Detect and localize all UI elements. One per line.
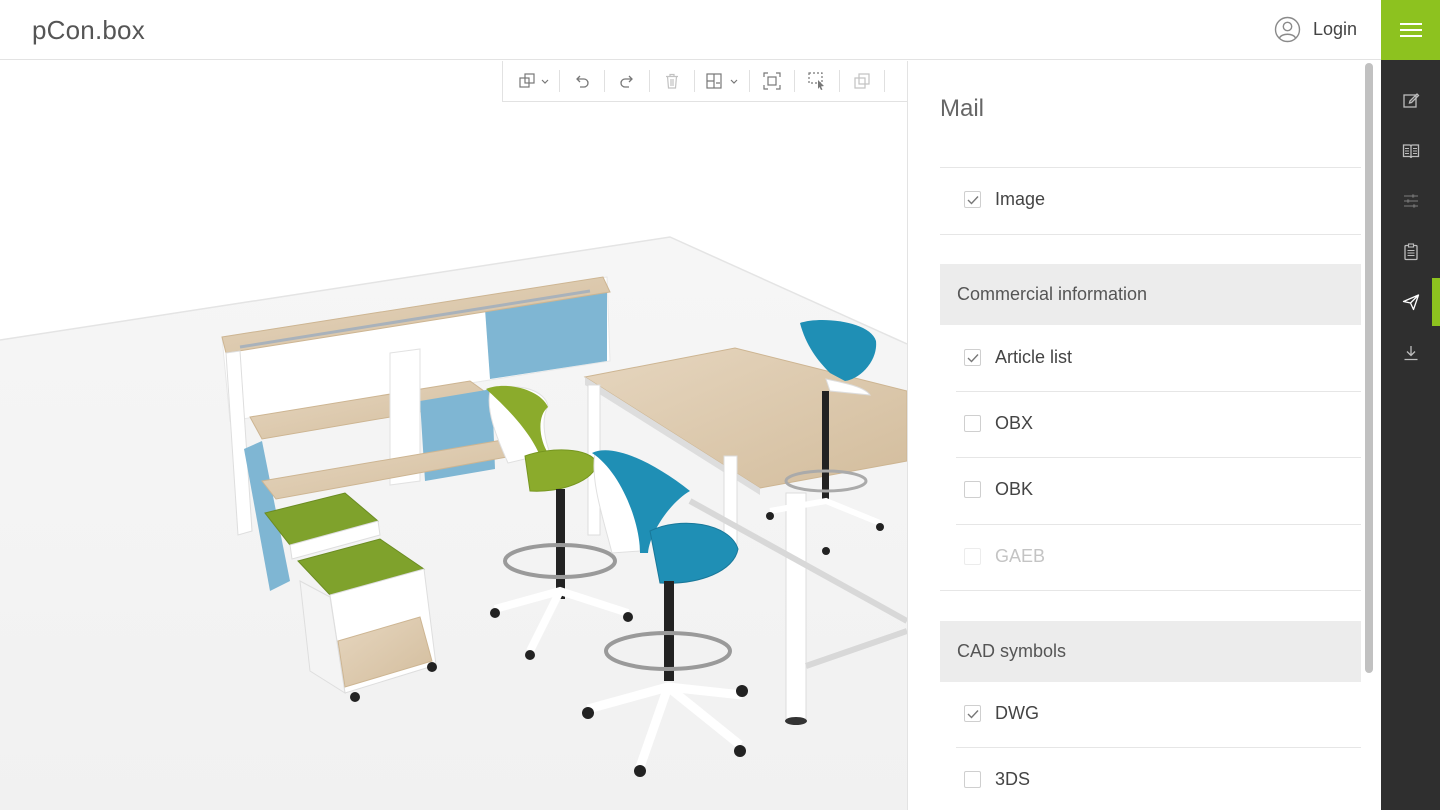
select-area-button[interactable]: [795, 61, 839, 102]
checkbox-obk[interactable]: [964, 481, 981, 498]
checkmark-icon: [967, 709, 979, 719]
undo-icon: [576, 75, 589, 88]
checkbox-obx[interactable]: [964, 415, 981, 432]
option-gaeb: GAEB: [964, 546, 1045, 567]
furniture-scene: [0, 236, 907, 810]
panel-scrollbar[interactable]: [1365, 63, 1373, 673]
viewport-toolbar: [502, 61, 907, 102]
redo-icon: [620, 75, 633, 88]
option-label: DWG: [995, 703, 1039, 723]
zoom-fit-icon: [763, 72, 781, 90]
layout-grid-icon: [706, 73, 738, 89]
layout-dropdown[interactable]: [695, 61, 749, 102]
section-cad-symbols: CAD symbols: [940, 621, 1361, 682]
divider: [956, 524, 1361, 525]
delete-button[interactable]: [650, 61, 694, 102]
divider: [940, 234, 1361, 235]
clipboard-list-icon: [1403, 243, 1418, 261]
insert-article-icon: [519, 73, 549, 88]
insert-article-dropdown[interactable]: [509, 61, 559, 102]
option-label: GAEB: [995, 546, 1046, 566]
option-3ds[interactable]: 3DS: [964, 769, 1030, 790]
divider: [940, 167, 1361, 168]
rail-catalog-button[interactable]: [1381, 127, 1440, 175]
side-rail: [1381, 60, 1440, 810]
divider: [956, 747, 1361, 748]
catalog-book-icon: [1402, 144, 1419, 159]
sliders-icon: [1403, 194, 1418, 208]
download-icon: [1404, 346, 1417, 361]
option-image[interactable]: Image: [964, 189, 1045, 210]
section-commercial-information: Commercial information: [940, 264, 1361, 325]
user-circle-icon: [1274, 16, 1301, 43]
undo-button[interactable]: [560, 61, 604, 102]
rail-properties-button[interactable]: [1381, 177, 1440, 225]
divider: [940, 590, 1361, 591]
hamburger-menu-button[interactable]: [1381, 0, 1440, 60]
checkbox-3ds[interactable]: [964, 771, 981, 788]
checkmark-icon: [967, 353, 979, 363]
checkbox-article-list[interactable]: [964, 349, 981, 366]
rail-edit-button[interactable]: [1381, 76, 1440, 124]
toolbar-divider: [884, 70, 885, 92]
rail-article-list-button[interactable]: [1381, 228, 1440, 276]
copy-icon: [854, 73, 870, 89]
send-icon: [1402, 294, 1419, 311]
checkbox-image[interactable]: [964, 191, 981, 208]
app-header: pCon.box Login: [0, 0, 1381, 60]
checkbox-dwg[interactable]: [964, 705, 981, 722]
checkbox-gaeb: [964, 548, 981, 565]
redo-button[interactable]: [605, 61, 649, 102]
panel-title: Mail: [940, 95, 985, 122]
option-article-list[interactable]: Article list: [964, 347, 1072, 368]
zoom-fit-button[interactable]: [750, 61, 794, 102]
divider: [956, 457, 1361, 458]
option-label: OBK: [995, 479, 1034, 499]
option-label: Article list: [995, 347, 1073, 367]
option-label: 3DS: [995, 769, 1031, 789]
login-label: Login: [1312, 19, 1357, 39]
option-label: OBX: [995, 413, 1034, 433]
copy-button[interactable]: [840, 61, 884, 102]
option-dwg[interactable]: DWG: [964, 703, 1039, 724]
login-button[interactable]: Login: [1274, 16, 1357, 43]
option-obk[interactable]: OBK: [964, 479, 1033, 500]
option-obx[interactable]: OBX: [964, 413, 1033, 434]
checkmark-icon: [967, 195, 979, 205]
rail-send-button[interactable]: [1381, 278, 1440, 326]
mail-panel: Mail Image Commercial information Articl…: [907, 61, 1381, 810]
edit-icon: [1402, 93, 1419, 108]
hamburger-menu-icon: [1399, 23, 1422, 37]
app-brand[interactable]: pCon.box: [32, 15, 145, 46]
delete-icon: [666, 73, 678, 89]
3d-viewport[interactable]: [0, 61, 907, 810]
option-label: Image: [995, 189, 1046, 209]
rail-download-button[interactable]: [1381, 329, 1440, 377]
divider: [956, 391, 1361, 392]
select-area-icon: [808, 72, 824, 90]
